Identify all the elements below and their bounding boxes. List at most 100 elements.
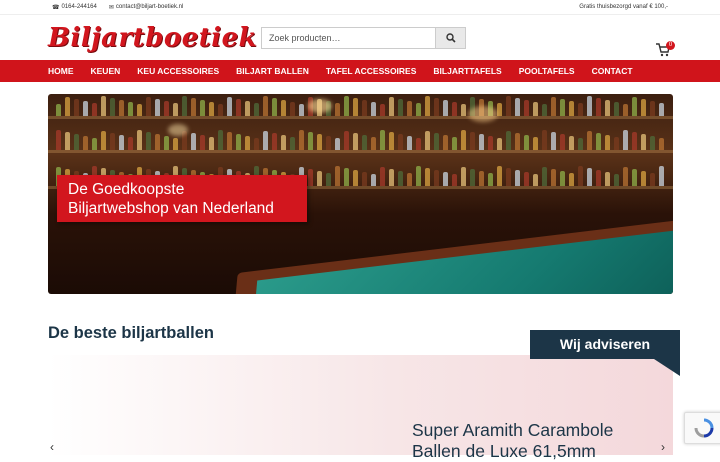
nav-keu-accessoires[interactable]: KEU ACCESSOIRES — [137, 66, 219, 76]
bottle — [137, 104, 142, 116]
bottle — [596, 98, 601, 116]
bottle — [452, 102, 457, 116]
bottle — [578, 166, 583, 186]
nav-biljart-ballen[interactable]: BILJART BALLEN — [236, 66, 309, 76]
bottle — [578, 103, 583, 116]
bottle — [164, 136, 169, 150]
nav-keuen[interactable]: KEUEN — [91, 66, 121, 76]
nav-tafel-accessoires[interactable]: TAFEL ACCESSOIRES — [326, 66, 417, 76]
product-title[interactable]: Super Aramith Carambole Ballen de Luxe 6… — [412, 420, 613, 462]
bottle — [65, 97, 70, 116]
envelope-icon: ✉ — [108, 4, 114, 11]
bottle — [245, 136, 250, 150]
hero-caption-line1: De Goedkoopste — [68, 181, 185, 198]
nav-home[interactable]: HOME — [48, 66, 74, 76]
bottle — [650, 173, 655, 186]
hero-caption: De Goedkoopste Biljartwebshop van Nederl… — [57, 175, 307, 222]
bottle — [659, 103, 664, 116]
bottle — [641, 99, 646, 116]
bottle — [164, 101, 169, 116]
bottle — [524, 172, 529, 186]
bottle — [371, 137, 376, 150]
bottle — [650, 101, 655, 116]
bottle — [623, 130, 628, 150]
bottle — [542, 130, 547, 150]
email-link[interactable]: ✉ contact@biljart-boetiek.nl — [109, 4, 184, 11]
phone-icon: ☎ — [52, 4, 60, 11]
bottle — [434, 133, 439, 150]
bottle — [92, 138, 97, 150]
hero-banner[interactable]: De Goedkoopste Biljartwebshop van Nederl… — [48, 94, 673, 294]
bottle — [380, 130, 385, 150]
bottle — [335, 103, 340, 116]
nav-biljarttafels[interactable]: BILJARTTAFELS — [433, 66, 501, 76]
bottle — [218, 130, 223, 150]
bottle — [83, 101, 88, 116]
bottle — [632, 132, 637, 150]
bottle — [56, 104, 61, 116]
bottle — [191, 133, 196, 150]
bottle — [83, 136, 88, 150]
bottle — [326, 136, 331, 150]
phone-link[interactable]: ☎ 0164-244164 — [52, 4, 97, 11]
bottle — [497, 166, 502, 186]
bottle — [488, 136, 493, 150]
slider-prev-arrow[interactable]: ‹ — [50, 440, 54, 454]
recaptcha-badge[interactable] — [684, 412, 720, 444]
slider-next-arrow[interactable]: › — [661, 440, 665, 454]
nav-pooltafels[interactable]: POOLTAFELS — [519, 66, 575, 76]
bottle — [236, 134, 241, 150]
search-button[interactable] — [435, 28, 465, 48]
bottle — [317, 134, 322, 150]
bottle — [281, 135, 286, 150]
bottle — [389, 132, 394, 150]
bottle — [227, 132, 232, 150]
bottle — [542, 104, 547, 116]
bottle — [533, 102, 538, 116]
shipping-notice: Gratis thuisbezorgd vanaf € 100,- — [579, 4, 668, 10]
bottle — [524, 100, 529, 116]
section-title: De beste biljartballen — [48, 324, 214, 342]
product-title-line2: Ballen de Luxe 61,5mm — [412, 441, 596, 461]
bottle — [344, 96, 349, 116]
bottle — [371, 174, 376, 186]
bottle — [398, 171, 403, 186]
bottle — [245, 101, 250, 116]
contact-info: ☎ 0164-244164 ✉ contact@biljart-boetiek.… — [52, 4, 183, 11]
cart-button[interactable]: 0 — [656, 41, 675, 59]
nav-contact[interactable]: CONTACT — [592, 66, 633, 76]
bottle — [146, 97, 151, 116]
phone-text: 0164-244164 — [61, 4, 97, 10]
bottle — [74, 134, 79, 150]
hero-caption-line2: Biljartwebshop van Nederland — [68, 200, 274, 217]
search-input[interactable]: Zoek producten… — [262, 28, 435, 48]
bottle — [470, 169, 475, 186]
bottle — [443, 135, 448, 150]
bottle — [515, 170, 520, 186]
bottle — [182, 96, 187, 116]
bottle — [155, 134, 160, 150]
bottle — [110, 98, 115, 116]
bottle — [155, 99, 160, 116]
bottle — [569, 136, 574, 150]
bottle — [542, 167, 547, 186]
bottle — [272, 98, 277, 116]
bottle — [425, 96, 430, 116]
bottle — [569, 173, 574, 186]
bottle — [407, 136, 412, 150]
site-logo[interactable]: Biljartboetiek — [48, 23, 260, 53]
bottle — [416, 103, 421, 116]
bottle — [407, 173, 412, 186]
bottle — [479, 134, 484, 150]
bottle — [137, 130, 142, 150]
bottle — [389, 97, 394, 116]
bottle — [560, 134, 565, 150]
bottle — [605, 100, 610, 116]
bottle — [389, 169, 394, 186]
bottle — [218, 104, 223, 116]
bottle — [479, 171, 484, 186]
bottle — [191, 98, 196, 116]
bottle — [398, 134, 403, 150]
bottle — [605, 135, 610, 150]
bottle — [524, 135, 529, 150]
